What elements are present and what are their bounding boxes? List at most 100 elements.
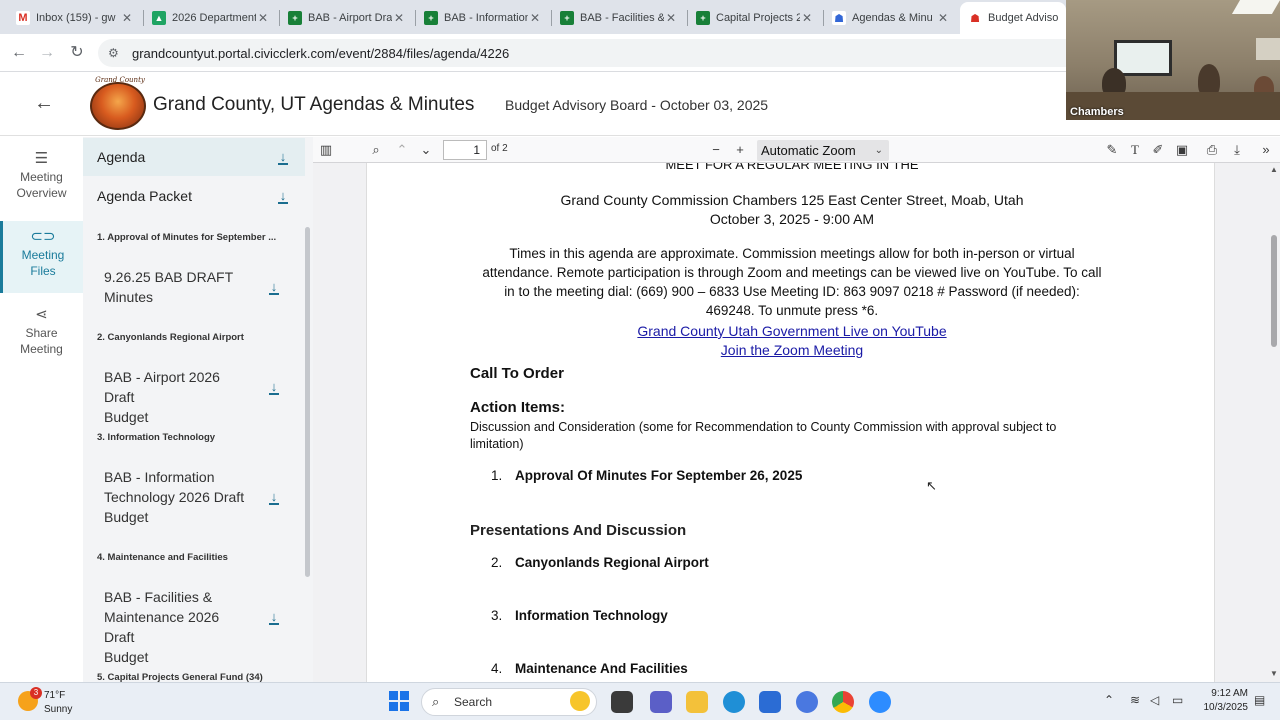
highlight-icon[interactable]: ✎ <box>1103 141 1121 159</box>
close-icon[interactable]: ✕ <box>528 11 542 25</box>
meeting-title: Budget Advisory Board - October 03, 2025 <box>505 97 769 113</box>
action-description: Discussion and Consideration (some for R… <box>470 419 1090 453</box>
agenda-item-2[interactable]: 2. Canyonlands Regional Airport <box>491 555 709 570</box>
chevron-down-icon[interactable]: ⌄ <box>417 141 435 159</box>
zoom-select[interactable]: Automatic Zoom ⌄ <box>757 140 889 161</box>
sidebar-toggle-icon[interactable]: ▥ <box>317 141 335 159</box>
taskbar-search[interactable]: ⌕ Search <box>421 688 597 716</box>
pdf-date-time: October 3, 2025 - 9:00 AM <box>709 211 875 227</box>
browser-tab-budget-advisory[interactable]: ☗ Budget Advisory <box>960 2 1066 34</box>
county-logo[interactable]: Grand County <box>90 76 146 130</box>
weather-widget[interactable]: 3 71°F Sunny <box>14 687 94 717</box>
site-info-icon[interactable]: ⚙ <box>108 46 124 60</box>
rail-item-meeting-overview[interactable]: ☰ Meeting Overview <box>0 149 83 203</box>
back-arrow-icon[interactable]: ← <box>34 92 54 115</box>
file-item-airport-budget[interactable]: BAB - Airport 2026 Draft Budget <box>104 367 249 427</box>
chevron-up-icon[interactable]: ⌃ <box>1104 693 1114 707</box>
camera-label: Chambers <box>1070 106 1124 118</box>
taskbar-clock[interactable]: 9:12 AM 10/3/2025 <box>1202 687 1249 715</box>
clock-time: 9:12 AM <box>1211 688 1248 699</box>
agenda-item-3[interactable]: 3. Information Technology <box>491 608 668 623</box>
zoom-out-icon[interactable]: − <box>707 141 725 159</box>
browser-tab-department[interactable]: ▲ 2026 Department ✕ <box>144 4 278 32</box>
agenda-item-1[interactable]: 1. Approval Of Minutes For September 26, … <box>491 468 802 483</box>
volume-icon[interactable]: ◁ <box>1150 693 1159 707</box>
battery-icon[interactable]: ▭ <box>1172 693 1183 707</box>
download-icon[interactable]: ↓ <box>267 379 281 395</box>
rail-label: Files <box>30 264 56 278</box>
meeting-files-list: Agenda ↓ Agenda Packet ↓ 1. Approval of … <box>83 137 313 682</box>
file-line: Maintenance 2026 Draft <box>104 609 220 645</box>
scroll-down-icon[interactable]: ▼ <box>1269 669 1279 678</box>
close-icon[interactable]: ✕ <box>664 11 678 25</box>
forward-arrow-icon[interactable]: → <box>36 42 58 64</box>
rail-item-share-meeting[interactable]: ⋖ Share Meeting <box>0 307 83 361</box>
task-view-icon[interactable] <box>611 691 633 713</box>
action-desc-line: limitation) <box>470 437 524 451</box>
close-icon[interactable]: ✕ <box>256 11 270 25</box>
file-item-it-budget[interactable]: BAB - Information Technology 2026 Draft … <box>104 467 249 527</box>
pdf-scroll-thumb[interactable] <box>1271 235 1277 347</box>
draw-icon[interactable]: ✐ <box>1149 141 1167 159</box>
image-icon[interactable]: ▣ <box>1173 141 1191 159</box>
mouse-cursor-icon: ↖ <box>926 478 937 493</box>
zoom-in-icon[interactable]: + <box>731 141 749 159</box>
page-number-input[interactable]: 1 <box>443 140 487 160</box>
close-icon[interactable]: ✕ <box>120 11 134 25</box>
section-heading: 3. Information Technology <box>97 432 216 443</box>
chrome-icon[interactable] <box>832 691 854 713</box>
zoom-meeting-link[interactable]: Join the Zoom Meeting <box>447 342 1137 358</box>
file-item-minutes[interactable]: 9.26.25 BAB DRAFT Minutes <box>104 267 249 307</box>
browser-tab-information[interactable]: + BAB - Information ✕ <box>416 4 550 32</box>
file-list-scrollbar[interactable] <box>305 227 310 577</box>
download-icon[interactable]: ↓ <box>276 149 290 165</box>
pdf-notice-line: 469248. To unmute press *6. <box>705 303 879 318</box>
edge-icon[interactable] <box>723 691 745 713</box>
browser-tab-facilities[interactable]: + BAB - Facilities & ✕ <box>552 4 686 32</box>
back-arrow-icon[interactable]: ← <box>8 42 30 64</box>
close-icon[interactable]: ✕ <box>800 11 814 25</box>
reload-icon[interactable]: ↻ <box>66 42 88 64</box>
download-icon[interactable]: ↓ <box>267 279 281 295</box>
file-explorer-icon[interactable] <box>686 691 708 713</box>
search-icon[interactable]: ⌕ <box>367 141 385 159</box>
download-icon[interactable]: ↓ <box>276 188 290 204</box>
item-title: Canyonlands Regional Airport <box>515 555 709 570</box>
rail-label: Meeting <box>21 248 65 262</box>
store-icon[interactable] <box>759 691 781 713</box>
youtube-link[interactable]: Grand County Utah Government Live on You… <box>447 323 1137 339</box>
search-highlight-icon <box>570 691 590 711</box>
rail-item-meeting-files[interactable]: ⊂⊃ Meeting Files <box>0 221 83 293</box>
url-input[interactable]: ⚙ grandcountyut.portal.civicclerk.com/ev… <box>98 39 1098 67</box>
file-item-facilities-budget[interactable]: BAB - Facilities & Maintenance 2026 Draf… <box>104 587 249 667</box>
scroll-up-icon[interactable]: ▲ <box>1269 165 1279 174</box>
windows-start-icon[interactable] <box>389 691 409 711</box>
chevron-up-icon[interactable]: ⌃ <box>393 141 411 159</box>
site-title[interactable]: Grand County, UT Agendas & Minutes <box>153 94 474 116</box>
teams-icon[interactable] <box>650 691 672 713</box>
file-agenda-packet[interactable]: Agenda Packet <box>83 177 305 215</box>
pdf-viewer[interactable]: MEET FOR A REGULAR MEETING IN THE Grand … <box>313 163 1280 682</box>
wifi-icon[interactable]: ≋ <box>1130 693 1140 707</box>
ceiling-light <box>1231 0 1280 14</box>
browser-tab-agendas[interactable]: ☗ Agendas & Minu ✕ <box>824 4 958 32</box>
notifications-icon[interactable]: ▤ <box>1254 693 1265 707</box>
print-icon[interactable]: ⎙ <box>1203 141 1221 159</box>
more-tools-icon[interactable]: » <box>1257 141 1275 159</box>
file-agenda[interactable]: Agenda <box>83 138 305 176</box>
zoom-app-icon[interactable] <box>869 691 891 713</box>
browser-tab-airport[interactable]: + BAB - Airport Dra ✕ <box>280 4 414 32</box>
agenda-item-4[interactable]: 4. Maintenance And Facilities <box>491 661 688 676</box>
browser-tab-inbox[interactable]: M Inbox (159) - gw ✕ <box>8 4 142 32</box>
tab-title: BAB - Information <box>444 12 528 24</box>
app-icon[interactable] <box>796 691 818 713</box>
close-icon[interactable]: ✕ <box>392 11 406 25</box>
download-icon[interactable]: ↓ <box>267 489 281 505</box>
browser-tab-capital-projects[interactable]: + Capital Projects 2 ✕ <box>688 4 822 32</box>
file-line: Budget <box>104 509 149 525</box>
close-icon[interactable]: ✕ <box>936 11 950 25</box>
save-icon[interactable]: ⤓ <box>1228 141 1246 159</box>
text-tool-icon[interactable]: T <box>1126 141 1144 159</box>
civicclerk-icon: ☗ <box>832 11 846 25</box>
download-icon[interactable]: ↓ <box>267 609 281 625</box>
